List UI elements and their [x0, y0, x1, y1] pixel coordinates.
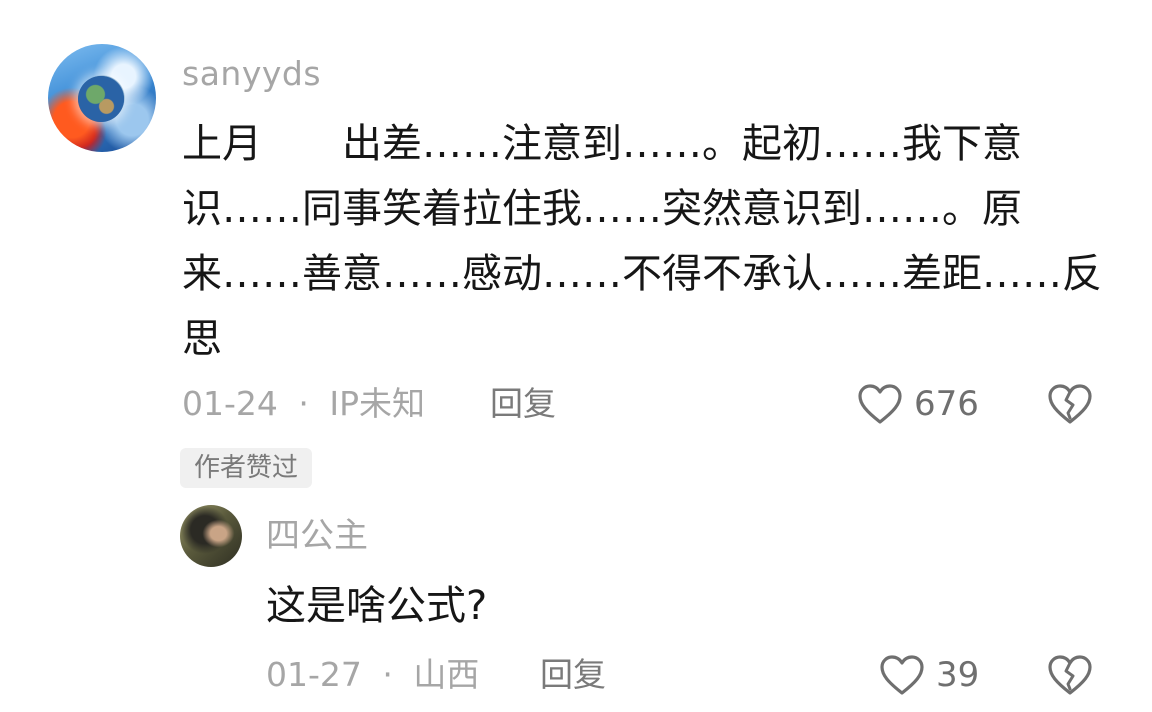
- reply-location: 山西: [413, 655, 480, 694]
- reply-avatar[interactable]: [180, 505, 242, 567]
- reply-username[interactable]: 四公主: [266, 515, 368, 557]
- reply-text: 这是啥公式?: [266, 583, 488, 629]
- comment-location: IP未知: [329, 384, 426, 423]
- author-liked-badge: 作者赞过: [180, 448, 313, 488]
- heart-outline-icon: [878, 653, 926, 697]
- meta-separator: ·: [382, 655, 393, 694]
- like-count: 676: [914, 384, 979, 424]
- broken-heart-icon: [1046, 384, 1094, 430]
- comment-username[interactable]: sanyyds: [182, 54, 321, 94]
- like-button[interactable]: 676: [856, 382, 979, 426]
- broken-heart-icon: [1046, 655, 1094, 701]
- reply-meta: 01-27 · 山西: [266, 653, 479, 697]
- dislike-button[interactable]: [1046, 382, 1094, 430]
- avatar[interactable]: [48, 44, 156, 152]
- reply-date: 01-27: [266, 655, 362, 694]
- comment-meta: 01-24 · IP未知: [182, 382, 425, 426]
- reply-like-button[interactable]: 39: [878, 653, 979, 697]
- avatar-globe-image: [78, 76, 124, 122]
- comment-text: 上月 出差……注意到……。起初……我下意识……同事笑着拉住我……突然意识到……。…: [182, 121, 1102, 362]
- comment-date: 01-24: [182, 384, 278, 423]
- reply-dislike-button[interactable]: [1046, 653, 1094, 701]
- reply-button[interactable]: 回复: [490, 382, 556, 426]
- like-count: 39: [936, 655, 980, 695]
- reply-button[interactable]: 回复: [540, 653, 606, 697]
- heart-outline-icon: [856, 382, 904, 426]
- meta-separator: ·: [298, 384, 309, 423]
